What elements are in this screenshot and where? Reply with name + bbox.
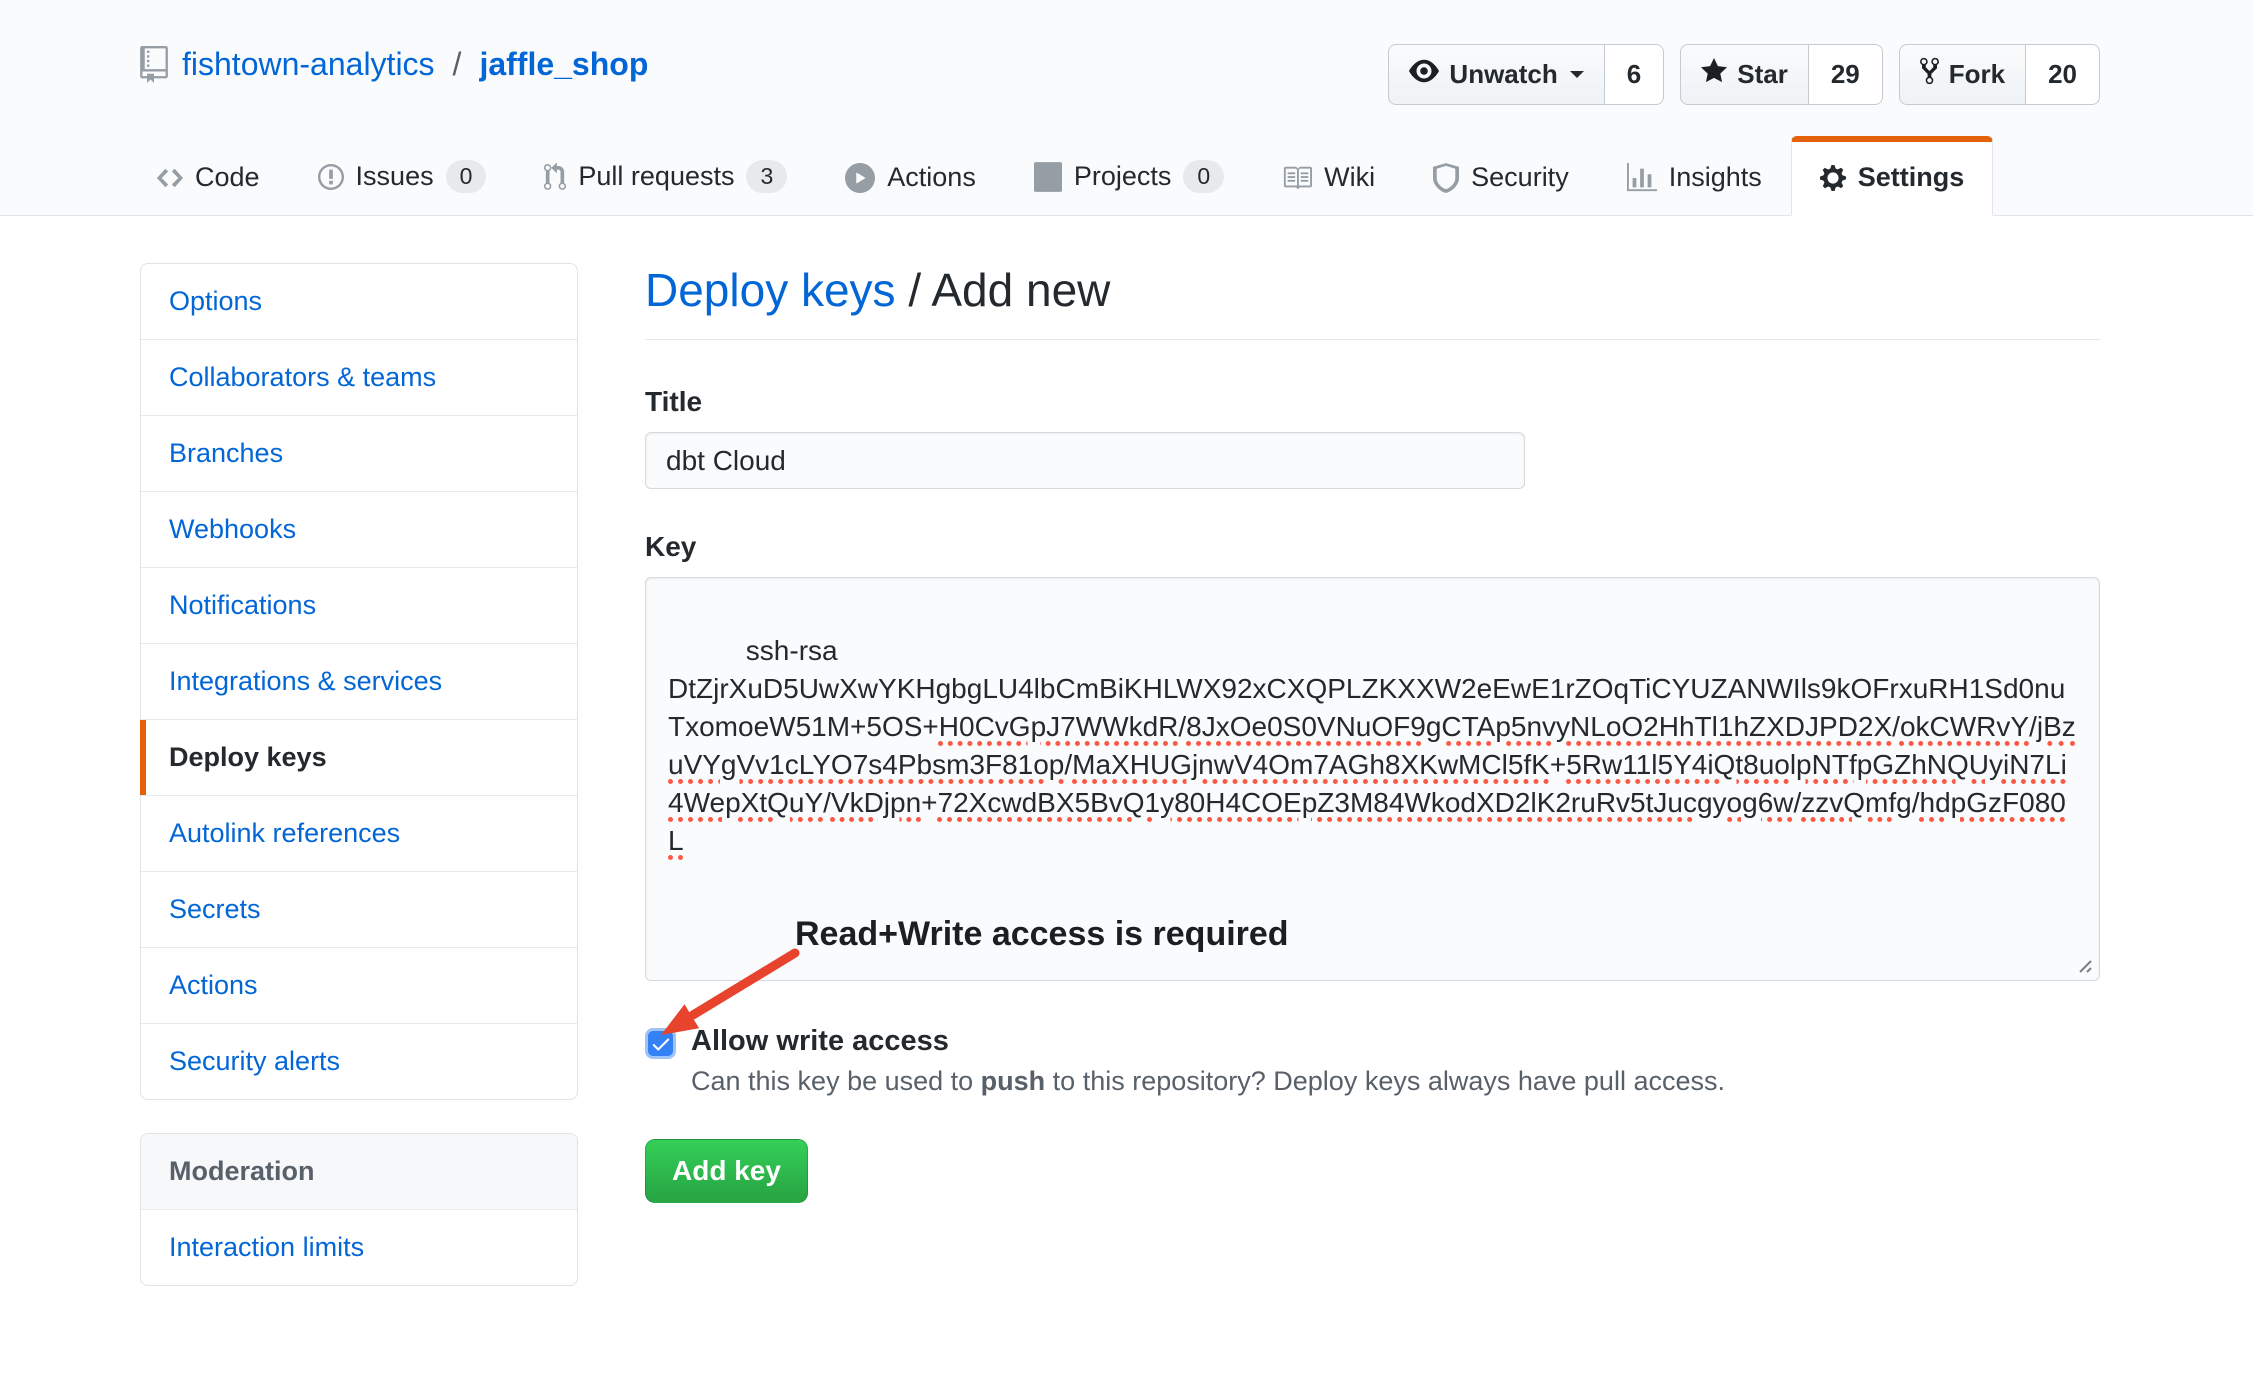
breadcrumb: Deploy keys / Add new <box>645 263 2100 317</box>
tab-issues[interactable]: Issues 0 <box>289 134 516 216</box>
caret-down-icon <box>1570 71 1584 85</box>
title-field-label: Title <box>645 386 2100 418</box>
key-text: ssh-rsa DtZjrXuD5UwXwYKHgbgLU4lbCmBiKHLW… <box>668 635 2076 856</box>
graph-icon <box>1627 163 1657 193</box>
play-icon <box>845 163 875 193</box>
tab-settings[interactable]: Settings <box>1791 136 1994 216</box>
page-title: Add new <box>931 264 1110 316</box>
moderation-menu: Moderation Interaction limits <box>140 1133 578 1286</box>
allow-write-help: Can this key be used to push to this rep… <box>691 1066 1725 1097</box>
social-button-group: Unwatch 6 <box>1388 44 1664 105</box>
title-input[interactable] <box>645 432 1525 489</box>
fork-icon <box>1920 56 1939 93</box>
unwatch-button[interactable]: Unwatch <box>1388 44 1604 105</box>
repo-title: fishtown-analytics / jaffle_shop <box>140 46 648 83</box>
allow-write-label[interactable]: Allow write access <box>691 1025 1725 1058</box>
social-button-group: Fork 20 <box>1899 44 2100 105</box>
tab-code[interactable]: Code <box>128 136 289 216</box>
key-field-label: Key <box>645 531 2100 563</box>
sidebar-item-interaction-limits[interactable]: Interaction limits <box>141 1210 577 1285</box>
sidebar-item-branches[interactable]: Branches <box>141 416 577 492</box>
title-field-group: Title <box>645 386 2100 489</box>
page: fishtown-analytics / jaffle_shop Unwatch… <box>0 0 2253 1376</box>
settings-menu: OptionsCollaborators & teamsBranchesWebh… <box>140 263 578 1100</box>
book-icon <box>1282 163 1312 193</box>
key-area: ssh-rsa DtZjrXuD5UwXwYKHgbgLU4lbCmBiKHLW… <box>645 577 2100 981</box>
gear-icon <box>1820 163 1846 193</box>
tab-security[interactable]: Security <box>1404 136 1598 216</box>
sidebar-item-actions[interactable]: Actions <box>141 948 577 1024</box>
resize-grip-icon[interactable] <box>2070 951 2094 975</box>
check-icon <box>650 1033 672 1055</box>
sidebar-item-deploy-keys[interactable]: Deploy keys <box>141 720 577 796</box>
issue-icon <box>318 162 344 192</box>
sidebar-item-integrations-services[interactable]: Integrations & services <box>141 644 577 720</box>
project-icon <box>1034 162 1062 192</box>
repo-owner-link[interactable]: fishtown-analytics <box>182 46 435 83</box>
moderation-heading: Moderation <box>141 1134 577 1210</box>
sidebar-item-webhooks[interactable]: Webhooks <box>141 492 577 568</box>
repo-icon <box>140 46 168 83</box>
unwatch-count[interactable]: 6 <box>1605 44 1664 105</box>
shield-icon <box>1433 163 1459 193</box>
repo-header: fishtown-analytics / jaffle_shop Unwatch… <box>0 0 2253 216</box>
allow-write-text: Allow write access Can this key be used … <box>691 1025 1725 1097</box>
star-count[interactable]: 29 <box>1809 44 1883 105</box>
fork-button[interactable]: Fork <box>1899 44 2026 105</box>
add-key-button[interactable]: Add key <box>645 1139 808 1203</box>
fork-count[interactable]: 20 <box>2026 44 2100 105</box>
tab-projects[interactable]: Projects 0 <box>1005 134 1253 216</box>
sidebar-item-autolink-references[interactable]: Autolink references <box>141 796 577 872</box>
heading-divider <box>645 339 2100 340</box>
content: OptionsCollaborators & teamsBranchesWebh… <box>140 263 2100 1376</box>
repo-nav: Code Issues 0 Pull requests 3 Actions Pr… <box>128 134 1993 216</box>
sidebar-item-security-alerts[interactable]: Security alerts <box>141 1024 577 1099</box>
repo-title-separator: / <box>453 46 462 83</box>
settings-sidebar: OptionsCollaborators & teamsBranchesWebh… <box>140 263 578 1286</box>
star-icon <box>1701 56 1727 93</box>
sidebar-item-collaborators-teams[interactable]: Collaborators & teams <box>141 340 577 416</box>
breadcrumb-deploy-keys-link[interactable]: Deploy keys <box>645 264 896 316</box>
breadcrumb-separator: / <box>896 264 932 316</box>
allow-write-row: Allow write access Can this key be used … <box>645 1025 2100 1097</box>
pull-request-icon <box>544 162 566 192</box>
tab-pull-requests[interactable]: Pull requests 3 <box>515 134 816 216</box>
code-icon <box>157 163 183 193</box>
sidebar-item-secrets[interactable]: Secrets <box>141 872 577 948</box>
main-panel: Deploy keys / Add new Title Key ssh-rsa … <box>645 263 2100 1286</box>
sidebar-item-options[interactable]: Options <box>141 264 577 340</box>
tab-insights[interactable]: Insights <box>1598 136 1791 216</box>
allow-write-checkbox[interactable] <box>645 1028 676 1059</box>
star-button[interactable]: Star <box>1680 44 1809 105</box>
tab-counter: 0 <box>1183 160 1224 193</box>
tab-actions[interactable]: Actions <box>816 136 1005 216</box>
sidebar-item-notifications[interactable]: Notifications <box>141 568 577 644</box>
eye-icon <box>1409 56 1439 93</box>
social-actions: Unwatch 6 Star 29 Fork 20 <box>1388 44 2100 105</box>
tab-wiki[interactable]: Wiki <box>1253 136 1404 216</box>
tab-counter: 3 <box>746 160 787 193</box>
annotation-text: Read+Write access is required <box>795 915 1289 954</box>
tab-counter: 0 <box>446 160 487 193</box>
repo-name-link[interactable]: jaffle_shop <box>479 46 648 83</box>
social-button-group: Star 29 <box>1680 44 1883 105</box>
